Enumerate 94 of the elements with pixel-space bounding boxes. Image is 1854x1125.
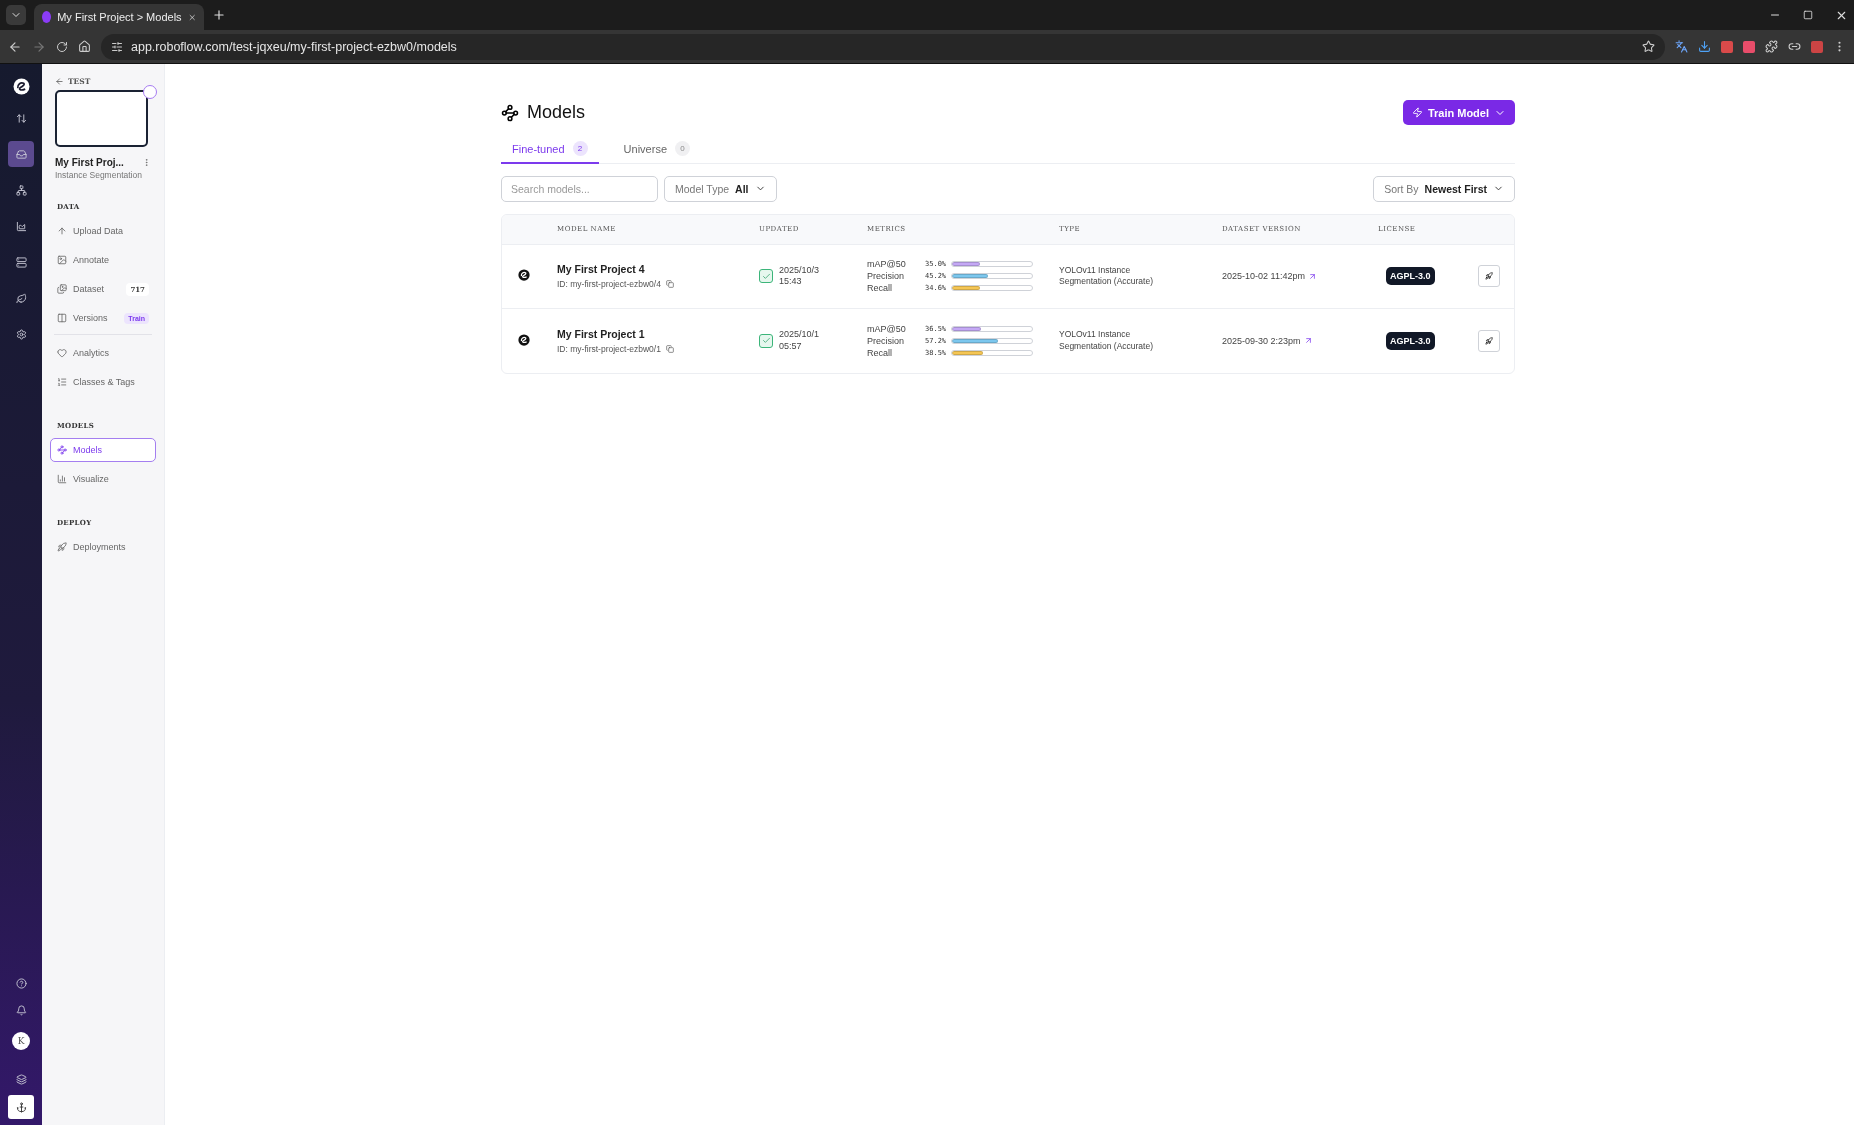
chart-icon — [15, 220, 27, 232]
nav-item[interactable]: Classes & Tags — [50, 370, 156, 394]
tab-menu-button[interactable] — [6, 5, 26, 25]
arrows-icon — [15, 112, 27, 124]
model-type: YOLOv11 Instance Segmentation (Accurate) — [1059, 329, 1155, 352]
nav-item[interactable]: Annotate — [50, 248, 156, 272]
updated-time: 05:57 — [779, 340, 803, 352]
metric-label: Precision — [867, 335, 905, 346]
model-id: ID: my-first-project-ezbw0/1 — [557, 343, 661, 354]
copy-icon[interactable] — [665, 344, 674, 353]
network-icon — [57, 445, 67, 455]
logo-icon — [518, 333, 530, 346]
back-icon[interactable] — [8, 39, 22, 54]
list-icon — [57, 377, 67, 387]
upload-icon — [57, 226, 67, 236]
help-icon[interactable] — [15, 978, 27, 989]
rocket-icon — [1485, 335, 1493, 346]
network-icon — [501, 103, 519, 122]
tab[interactable]: Universe 0 — [612, 135, 701, 164]
metric-label: mAP@50 — [867, 259, 907, 269]
metric-label: Recall — [867, 283, 893, 293]
metric-label: mAP@50 — [867, 323, 907, 334]
sort-dropdown[interactable]: Sort By Newest First — [1373, 175, 1515, 202]
nav-item[interactable]: Visualize — [50, 467, 156, 491]
copy-icon[interactable] — [665, 280, 674, 288]
page-title: Models — [527, 102, 586, 123]
translate-icon[interactable] — [1675, 40, 1688, 53]
nav-item[interactable]: Analytics — [50, 341, 156, 365]
nav-item[interactable]: Models — [50, 438, 156, 462]
inbox-icon — [15, 148, 27, 160]
check-icon — [759, 333, 773, 348]
nav-item[interactable]: Upload Data — [50, 219, 156, 243]
rail-button[interactable] — [8, 141, 34, 167]
model-id: ID: my-first-project-ezbw0/4 — [557, 279, 661, 289]
deploy-button[interactable] — [1478, 265, 1500, 287]
maximize-icon[interactable] — [1803, 10, 1813, 20]
updated-time: 15:43 — [779, 276, 803, 288]
dataset-version-link[interactable]: 2025-10-02 11:42pm — [1222, 271, 1378, 281]
model-type-dropdown[interactable]: Model Type All — [664, 175, 777, 202]
metric-label: Recall — [867, 347, 893, 358]
check-icon — [759, 269, 773, 283]
deploy-button[interactable] — [1478, 329, 1500, 352]
rocket-icon — [1485, 271, 1493, 281]
anchor-icon — [15, 1101, 27, 1113]
updated-date: 2025/10/3 — [779, 264, 820, 276]
external-arrow-icon — [1307, 271, 1317, 281]
site-info-icon[interactable] — [111, 40, 123, 53]
bookmark-star-icon[interactable] — [1642, 40, 1655, 53]
updated-date: 2025/10/1 — [779, 329, 820, 341]
chart-icon — [57, 474, 67, 484]
browser-tab[interactable]: My First Project > Models — [34, 4, 204, 30]
anchor-button[interactable] — [8, 1095, 34, 1119]
license-badge: AGPL-3.0 — [1386, 331, 1435, 350]
project-name: My First Proj... — [55, 157, 124, 168]
project-thumbnail[interactable] — [55, 90, 148, 147]
images-icon — [57, 284, 67, 294]
back-arrow-icon — [55, 77, 64, 86]
columns-icon — [57, 313, 67, 323]
bell-icon[interactable] — [15, 1005, 27, 1016]
more-icon[interactable] — [142, 158, 151, 167]
user-avatar[interactable]: K — [12, 1032, 30, 1050]
metric-label: Precision — [867, 271, 905, 281]
address-bar[interactable]: app.roboflow.com/test-jqxeu/my-first-project-ezbw0/models — [101, 33, 1665, 60]
lightning-icon — [1411, 107, 1423, 118]
reload-icon[interactable] — [56, 40, 68, 53]
model-name[interactable]: My First Project 4 — [557, 263, 759, 275]
project-type: Instance Segmentation — [54, 170, 143, 180]
new-tab-icon[interactable] — [212, 8, 226, 22]
layers-icon[interactable] — [15, 1074, 27, 1085]
status-ring-icon — [143, 85, 157, 99]
server-icon — [15, 256, 27, 268]
extensions-icon[interactable] — [1765, 40, 1778, 53]
link-icon[interactable] — [1788, 40, 1801, 53]
train-model-button[interactable]: Train Model — [1402, 100, 1515, 125]
model-type: YOLOv11 Instance Segmentation (Accurate) — [1059, 264, 1155, 288]
favicon-icon — [42, 11, 52, 23]
download-icon[interactable] — [1698, 40, 1711, 53]
license-badge: AGPL-3.0 — [1386, 267, 1435, 285]
network-icon — [15, 184, 27, 196]
home-icon[interactable] — [78, 40, 91, 53]
heart-icon — [57, 348, 67, 358]
settings-icon — [15, 328, 27, 340]
external-arrow-icon — [1303, 336, 1313, 345]
logo-icon — [12, 78, 30, 95]
leaf-icon — [15, 292, 27, 304]
nav-item[interactable]: Deployments — [50, 535, 156, 559]
model-name[interactable]: My First Project 1 — [557, 327, 759, 340]
forward-icon[interactable] — [32, 39, 46, 54]
logo-icon — [518, 269, 530, 281]
search-field[interactable]: Search models... — [501, 175, 658, 202]
rocket-icon — [57, 542, 67, 552]
tab[interactable]: Fine-tuned 2 — [501, 135, 599, 164]
image-icon — [57, 255, 67, 265]
dataset-version-link[interactable]: 2025-09-30 2:23pm — [1222, 335, 1378, 346]
